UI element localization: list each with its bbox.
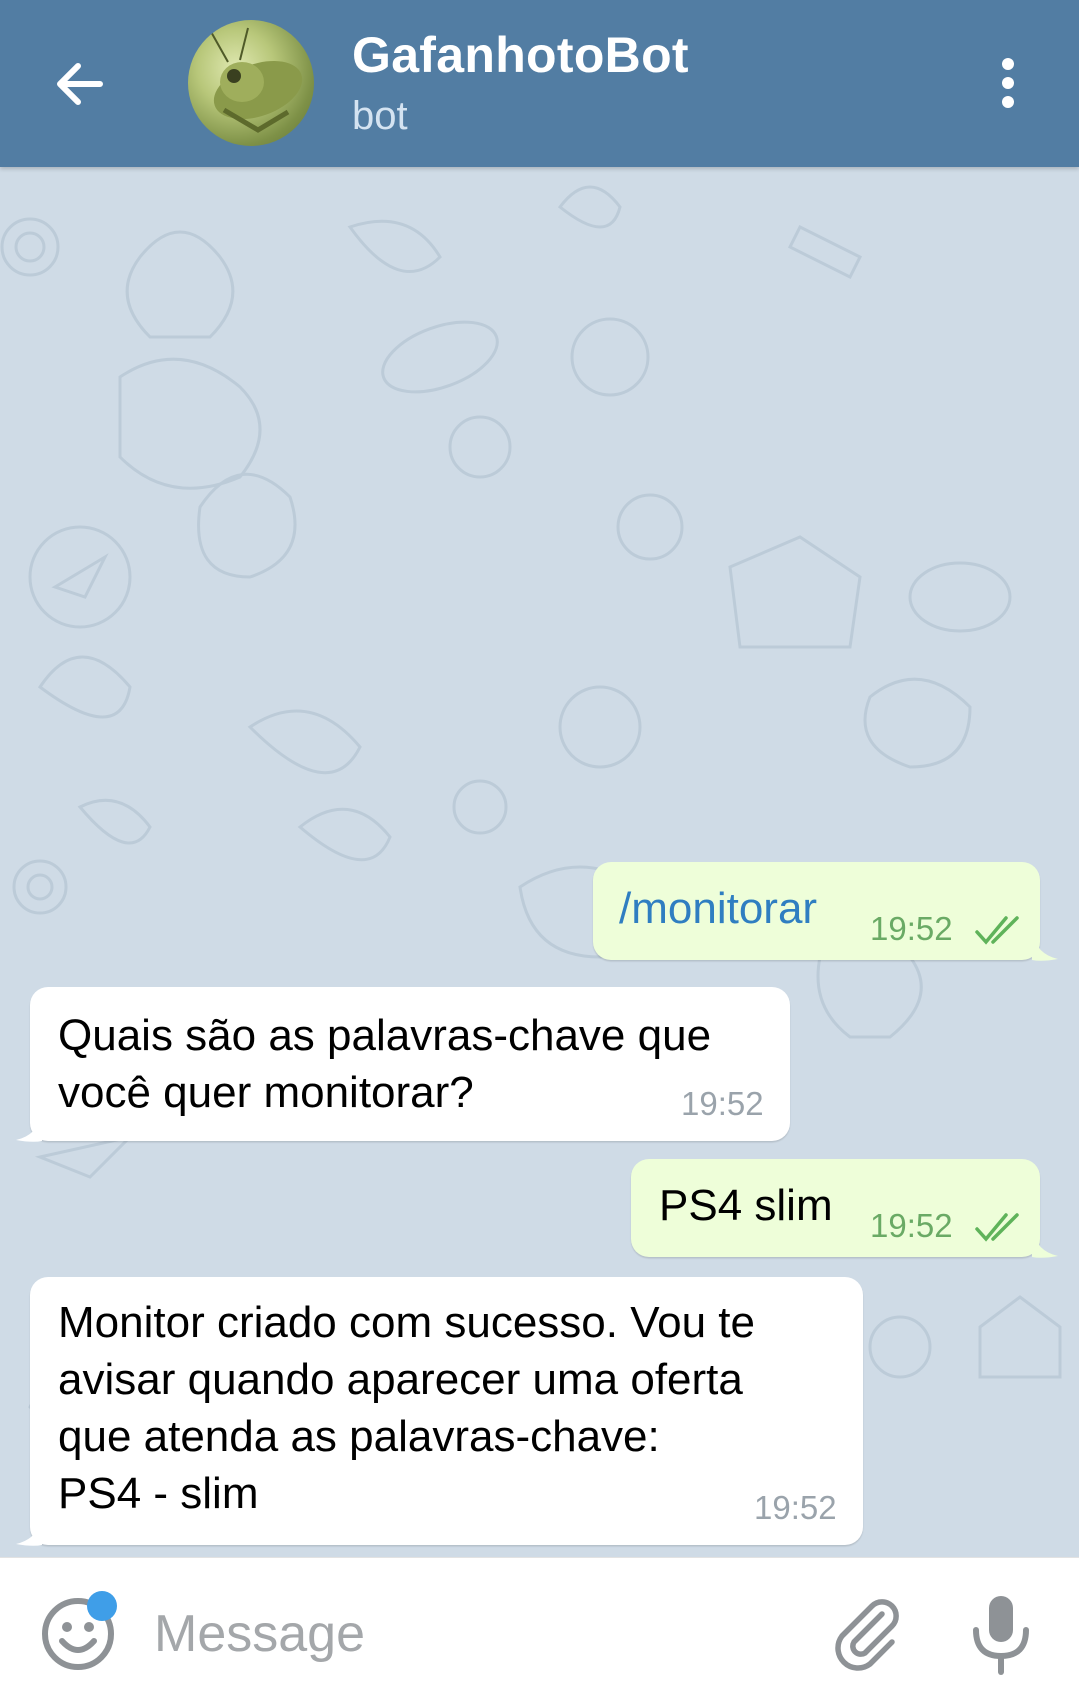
message-list[interactable]: /monitorar 19:52 Quais são as palavras-c… <box>0 167 1079 1557</box>
double-check-icon <box>975 1213 1019 1242</box>
message-time: 19:52 <box>681 1085 764 1122</box>
bubble-tail <box>1032 932 1058 961</box>
grasshopper-avatar <box>209 27 303 133</box>
outgoing-message[interactable]: /monitorar 19:52 <box>593 862 1040 960</box>
more-menu-button[interactable] <box>990 54 1026 114</box>
bubble-tail <box>16 1113 42 1142</box>
message-text: Quais são as palavras-chave que você que… <box>58 1011 712 1117</box>
message-time: 19:52 <box>870 1207 953 1244</box>
chat-header: GafanhotoBot bot <box>0 0 1079 167</box>
double-check-icon <box>975 916 1019 945</box>
message-text: PS4 slim <box>659 1181 833 1230</box>
incoming-message[interactable]: Monitor criado com sucesso. Vou te avisa… <box>30 1277 863 1545</box>
voice-record-button[interactable] <box>966 1592 1036 1676</box>
avatar[interactable] <box>188 20 314 146</box>
attach-button[interactable] <box>826 1592 906 1672</box>
chat-title[interactable]: GafanhotoBot <box>352 26 689 84</box>
microphone-icon <box>973 1596 1029 1675</box>
command-link[interactable]: /monitorar <box>619 880 817 937</box>
bubble-tail <box>1032 1229 1058 1258</box>
message-time: 19:52 <box>754 1489 837 1526</box>
message-time: 19:52 <box>870 910 953 947</box>
chat-subtitle: bot <box>352 94 408 138</box>
arrow-left-icon <box>57 63 103 105</box>
message-composer <box>0 1557 1079 1705</box>
more-vertical-icon <box>990 58 1026 108</box>
bubble-tail <box>16 1517 42 1546</box>
back-button[interactable] <box>48 52 112 116</box>
paperclip-icon <box>835 1599 899 1671</box>
outgoing-message[interactable]: PS4 slim 19:52 <box>631 1159 1040 1257</box>
emoji-notification-dot <box>87 1591 117 1621</box>
message-text: Monitor criado com sucesso. Vou te avisa… <box>58 1298 755 1518</box>
message-input[interactable] <box>152 1596 796 1672</box>
incoming-message[interactable]: Quais são as palavras-chave que você que… <box>30 987 790 1141</box>
